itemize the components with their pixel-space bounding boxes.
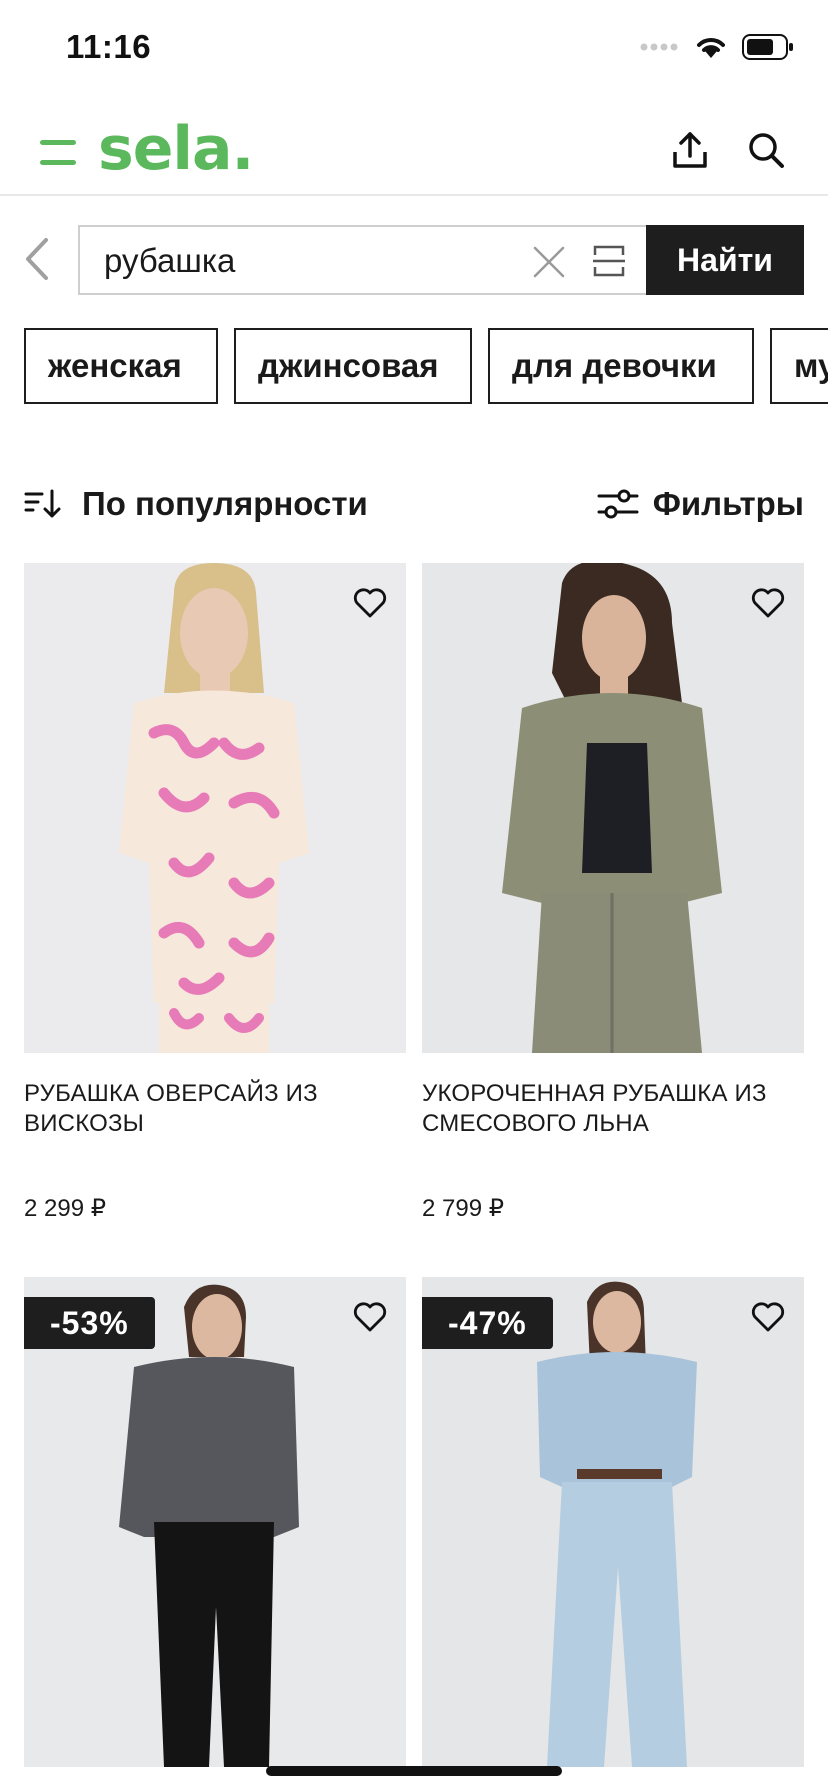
product-name[interactable]: УКОРОЧЕННАЯ РУБАШКА ИЗ СМЕСОВОГО ЛЬНА	[422, 1079, 782, 1139]
signal-icon	[640, 43, 678, 51]
battery-icon	[742, 34, 793, 60]
search-icon[interactable]	[746, 130, 786, 170]
model-photo	[24, 563, 406, 1053]
chip-dlya-devochki[interactable]: для девочки	[488, 328, 754, 404]
sort-button[interactable]: По популярности	[24, 482, 368, 526]
product-name[interactable]: РУБАШКА ОВЕРСАЙЗ ИЗ ВИСКОЗЫ	[24, 1079, 384, 1139]
product-image[interactable]	[422, 563, 804, 1053]
filters-label: Фильтры	[652, 485, 804, 522]
model-photo	[24, 1277, 406, 1767]
status-bar: 11:16	[0, 0, 828, 100]
discount-badge: -53%	[24, 1297, 155, 1349]
upload-icon[interactable]	[670, 130, 710, 170]
status-time: 11:16	[66, 28, 152, 65]
status-icons	[640, 34, 794, 60]
app-header: sela.	[0, 100, 828, 196]
heart-icon[interactable]	[750, 1299, 786, 1335]
chevron-left-icon[interactable]	[18, 234, 58, 284]
suggestion-chips: женская джинсовая для девочки му	[24, 328, 828, 404]
sliders-icon	[597, 489, 639, 519]
product-price: 2 799 ₽	[422, 1195, 504, 1222]
search-box	[78, 225, 646, 295]
home-indicator	[266, 1766, 562, 1776]
brand-logo[interactable]: sela.	[98, 114, 254, 184]
chip-dzhinsovaya[interactable]: джинсовая	[234, 328, 472, 404]
scan-icon[interactable]	[592, 244, 626, 278]
search-submit-button[interactable]: Найти	[646, 225, 804, 295]
search-input[interactable]	[104, 241, 504, 281]
chip-mu[interactable]: му	[770, 328, 828, 404]
sort-icon	[24, 489, 61, 518]
wifi-icon	[697, 38, 725, 58]
menu-icon[interactable]	[40, 134, 76, 168]
chip-zhenskaya[interactable]: женская	[24, 328, 218, 404]
close-icon[interactable]	[532, 245, 566, 279]
sort-label: По популярности	[82, 485, 368, 522]
product-image[interactable]	[24, 563, 406, 1053]
filters-button[interactable]: Фильтры	[597, 482, 804, 526]
model-photo	[422, 1277, 804, 1767]
product-image[interactable]: -53%	[24, 1277, 406, 1767]
discount-badge: -47%	[422, 1297, 553, 1349]
heart-icon[interactable]	[750, 585, 786, 621]
heart-icon[interactable]	[352, 1299, 388, 1335]
model-photo	[422, 563, 804, 1053]
product-image[interactable]: -47%	[422, 1277, 804, 1767]
product-price: 2 299 ₽	[24, 1195, 106, 1222]
heart-icon[interactable]	[352, 585, 388, 621]
